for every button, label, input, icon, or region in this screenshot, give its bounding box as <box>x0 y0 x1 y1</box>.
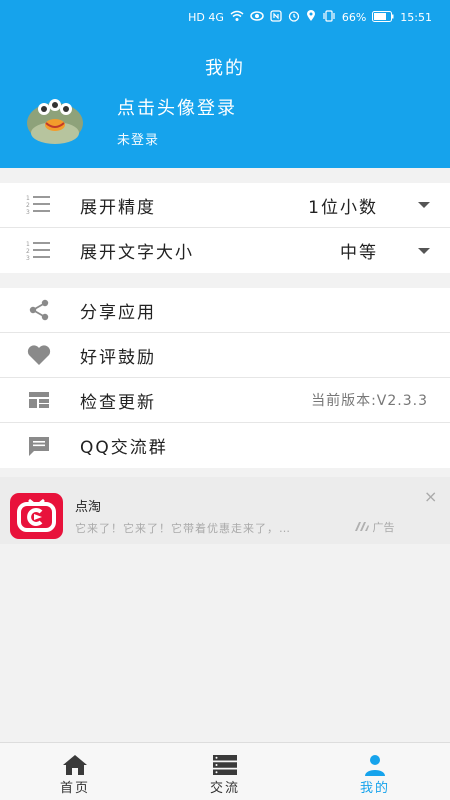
setting-row-precision[interactable]: 1 2 3 展开精度 1位小数 <box>0 183 450 228</box>
clock-time: 15:51 <box>400 10 432 24</box>
page-title: 我的 <box>205 58 245 79</box>
action-label: 检查更新 <box>80 392 156 413</box>
ad-title[interactable]: 点淘 <box>75 496 101 515</box>
dashboard-icon <box>25 388 53 412</box>
version-text: 当前版本:V2.3.3 <box>311 393 428 409</box>
action-label: 好评鼓励 <box>80 347 156 368</box>
status-bar: HD 4G 66% 15:51 <box>188 10 432 25</box>
nav-label: 首页 <box>59 781 90 796</box>
battery-icon <box>372 10 394 25</box>
action-row-update[interactable]: 检查更新 当前版本:V2.3.3 <box>0 378 450 423</box>
ad-description[interactable]: 它来了！它来了！它带着优惠走来了，… <box>75 520 291 536</box>
precision-select-value[interactable]: 1位小数 <box>308 193 378 218</box>
actions-section: 分享应用 好评鼓励 检查更新 当前版本:V2.3.3 QQ交流群 <box>0 288 450 468</box>
settings-section: 1 2 3 展开精度 1位小数 1 2 3 展开文字大小 中等 <box>0 183 450 273</box>
svg-text:3: 3 <box>26 209 30 216</box>
chat-icon <box>25 434 53 458</box>
bottom-nav: 首页 交流 我的 <box>0 742 450 800</box>
close-icon[interactable]: × <box>424 489 437 505</box>
ad-mark-icon <box>355 522 369 531</box>
chevron-down-icon[interactable] <box>418 202 430 208</box>
svg-text:3: 3 <box>26 255 30 262</box>
ad-tag-label: 广告 <box>372 521 395 534</box>
nav-label: 交流 <box>209 781 240 796</box>
profile-header: HD 4G 66% 15:51 我的 点击头像登录 未登录 <box>0 0 450 168</box>
ad-tag: 广告 <box>355 519 395 535</box>
nav-item-community[interactable]: 交流 <box>150 743 300 800</box>
alarm-icon <box>288 10 300 25</box>
person-icon <box>362 754 388 776</box>
vibrate-icon <box>322 10 336 25</box>
eye-icon <box>250 11 264 24</box>
home-icon <box>62 754 88 776</box>
network-indicator: HD 4G <box>188 10 224 24</box>
svg-text:1: 1 <box>26 241 30 248</box>
wifi-icon <box>230 10 244 25</box>
list-icon: 1 2 3 <box>25 239 53 263</box>
nav-label: 我的 <box>359 781 390 796</box>
svg-text:2: 2 <box>26 202 30 209</box>
login-status: 未登录 <box>117 133 160 148</box>
nav-item-profile[interactable]: 我的 <box>300 743 450 800</box>
heart-icon <box>25 343 53 367</box>
action-row-rate[interactable]: 好评鼓励 <box>0 333 450 378</box>
battery-percent: 66% <box>341 10 367 24</box>
action-row-share[interactable]: 分享应用 <box>0 288 450 333</box>
font-size-select-value[interactable]: 中等 <box>340 238 378 263</box>
avatar[interactable] <box>24 93 86 145</box>
share-icon <box>25 298 53 322</box>
chevron-down-icon[interactable] <box>418 247 430 254</box>
location-icon <box>306 10 316 25</box>
login-prompt[interactable]: 点击头像登录 <box>117 94 237 120</box>
setting-label: 展开文字大小 <box>80 243 194 263</box>
list-icon: 1 2 3 <box>25 193 53 217</box>
nav-item-home[interactable]: 首页 <box>0 743 150 800</box>
server-icon <box>212 754 238 776</box>
ad-logo[interactable] <box>10 493 63 539</box>
setting-label: 展开精度 <box>80 197 156 218</box>
svg-text:1: 1 <box>26 195 30 202</box>
setting-row-font-size[interactable]: 1 2 3 展开文字大小 中等 <box>0 228 450 273</box>
nfc-icon <box>270 10 282 25</box>
action-label: QQ交流群 <box>80 438 168 458</box>
action-label: 分享应用 <box>80 302 156 323</box>
svg-text:2: 2 <box>26 248 30 255</box>
action-row-qq-group[interactable]: QQ交流群 <box>0 423 450 468</box>
